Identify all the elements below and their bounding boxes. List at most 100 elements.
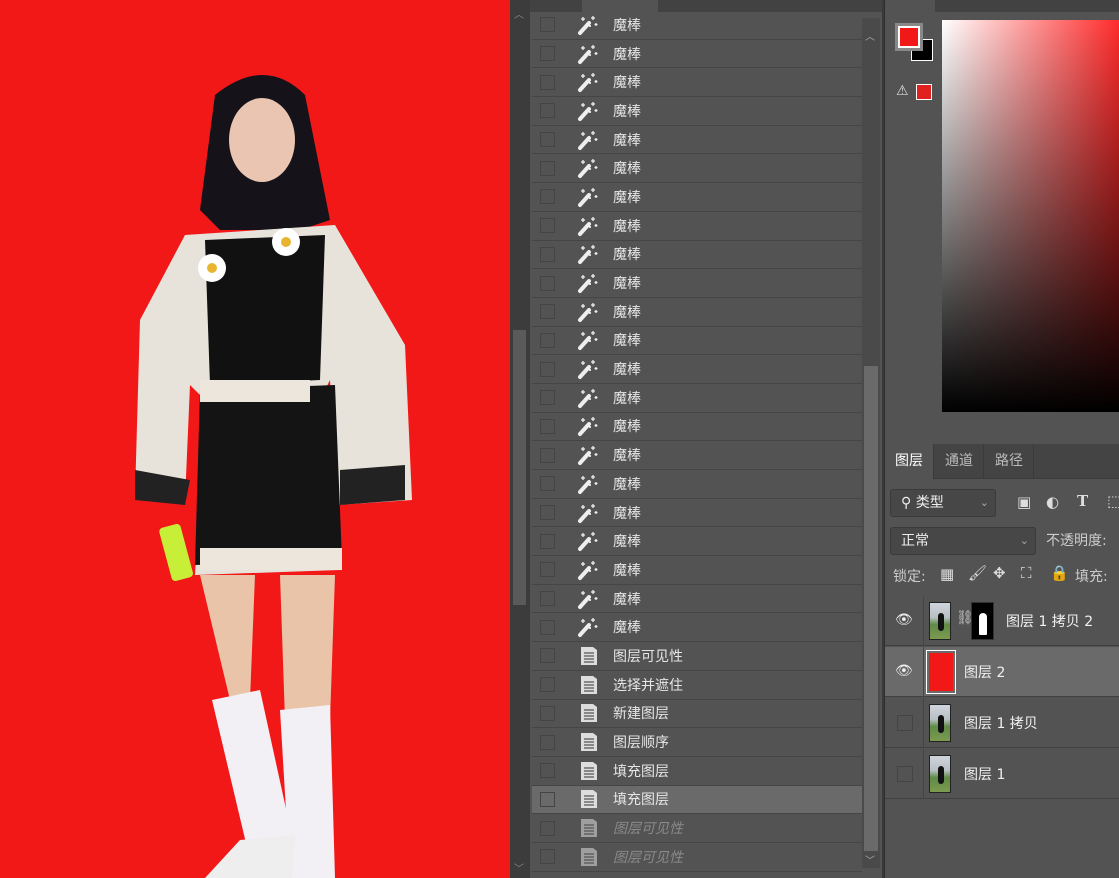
layer-thumbnail[interactable] <box>929 704 951 742</box>
adjustment-filter-icon[interactable]: ◐ <box>1046 493 1059 511</box>
layer-row[interactable]: 图层 1 <box>885 749 1119 799</box>
snapshot-source-checkbox[interactable] <box>540 418 555 434</box>
snapshot-source-checkbox[interactable] <box>540 246 555 262</box>
snapshot-source-checkbox[interactable] <box>540 447 555 463</box>
snapshot-source-checkbox[interactable] <box>540 304 555 320</box>
snapshot-source-checkbox[interactable] <box>540 74 555 90</box>
history-item[interactable]: 魔棒 <box>532 212 862 241</box>
visibility-toggle[interactable] <box>897 766 913 782</box>
snapshot-source-checkbox[interactable] <box>540 705 555 721</box>
layer-thumbnail[interactable] <box>926 650 956 694</box>
shape-filter-icon[interactable]: ⬚ <box>1107 492 1119 510</box>
eye-icon[interactable]: 👁 <box>895 612 913 628</box>
snapshot-source-checkbox[interactable] <box>540 562 555 578</box>
lock-transparency-icon[interactable]: ▦ <box>940 565 954 583</box>
snapshot-source-checkbox[interactable] <box>540 533 555 549</box>
snapshot-source-checkbox[interactable] <box>540 160 555 176</box>
history-item[interactable]: 魔棒 <box>532 298 862 327</box>
type-filter-icon[interactable]: T <box>1077 492 1088 510</box>
gamut-color-swatch[interactable] <box>916 84 932 100</box>
history-item[interactable]: 魔棒 <box>532 613 862 643</box>
history-item[interactable]: 魔棒 <box>532 556 862 585</box>
snapshot-source-checkbox[interactable] <box>540 332 555 348</box>
snapshot-source-checkbox[interactable] <box>540 677 555 693</box>
history-item[interactable]: 魔棒 <box>532 68 862 98</box>
snapshot-source-checkbox[interactable] <box>540 218 555 234</box>
history-item[interactable]: 填充图层 <box>532 757 862 786</box>
lock-artboard-icon[interactable]: ⛶ <box>1021 564 1032 582</box>
snapshot-source-checkbox[interactable] <box>540 275 555 291</box>
history-item[interactable]: 新建图层 <box>532 700 862 729</box>
history-item[interactable]: 图层顺序 <box>532 728 862 757</box>
layer-thumbnail[interactable] <box>929 755 951 793</box>
history-item[interactable]: 魔棒 <box>532 126 862 155</box>
history-scrollbar-thumb[interactable] <box>864 366 878 851</box>
history-item[interactable]: 魔棒 <box>532 527 862 557</box>
history-item[interactable]: 魔棒 <box>532 585 862 614</box>
layer-thumbnail[interactable] <box>929 602 951 640</box>
snapshot-source-checkbox[interactable] <box>540 189 555 205</box>
blend-mode-select[interactable]: 正常 ⌄ <box>890 527 1036 555</box>
tab-paths[interactable]: 路径 <box>985 444 1034 479</box>
snapshot-source-checkbox[interactable] <box>540 476 555 492</box>
history-item[interactable]: 魔棒 <box>532 154 862 184</box>
history-item[interactable]: 魔棒 <box>532 40 862 69</box>
snapshot-source-checkbox[interactable] <box>540 46 555 62</box>
image-filter-icon[interactable]: ▣ <box>1017 493 1031 511</box>
lock-position-icon[interactable]: ✥ <box>993 564 1006 582</box>
snapshot-source-checkbox[interactable] <box>540 791 555 807</box>
tab-layers[interactable]: 图层 <box>885 444 934 479</box>
history-item[interactable]: 魔棒 <box>532 241 862 270</box>
snapshot-source-checkbox[interactable] <box>540 591 555 607</box>
layer-mask-thumbnail[interactable] <box>971 602 994 640</box>
history-item[interactable]: 填充图层 <box>532 785 862 815</box>
history-item[interactable]: 魔棒 <box>532 384 862 413</box>
history-item[interactable]: 魔棒 <box>532 355 862 384</box>
history-item[interactable]: 魔棒 <box>532 183 862 212</box>
color-panel-tabs[interactable] <box>935 0 1119 12</box>
layer-filter-select[interactable]: ⚲ 类型 ⌄ <box>890 489 996 517</box>
snapshot-source-checkbox[interactable] <box>540 849 555 865</box>
scroll-up-icon[interactable]: ︿ <box>514 6 524 21</box>
history-item[interactable]: 图层可见性 <box>532 814 862 843</box>
history-item[interactable]: 魔棒 <box>532 269 862 298</box>
history-item[interactable]: 图层可见性 <box>532 843 862 872</box>
snapshot-source-checkbox[interactable] <box>540 734 555 750</box>
history-item[interactable]: 魔棒 <box>532 470 862 499</box>
document-canvas[interactable] <box>0 0 510 878</box>
snapshot-source-checkbox[interactable] <box>540 505 555 521</box>
layer-row[interactable]: 图层 1 拷贝 <box>885 698 1119 748</box>
layer-name[interactable]: 图层 2 <box>964 662 1005 682</box>
history-item[interactable]: 魔棒 <box>532 97 862 126</box>
history-scrollbar[interactable]: ︿ ﹀ <box>862 18 880 868</box>
tab-channels[interactable]: 通道 <box>935 444 984 479</box>
scroll-up-icon[interactable]: ︿ <box>865 28 875 43</box>
snapshot-source-checkbox[interactable] <box>540 763 555 779</box>
snapshot-source-checkbox[interactable] <box>540 619 555 635</box>
snapshot-source-checkbox[interactable] <box>540 103 555 119</box>
history-item[interactable]: 魔棒 <box>532 499 862 528</box>
layer-name[interactable]: 图层 1 拷贝 2 <box>1006 611 1093 631</box>
gutter-scrollbar-thumb[interactable] <box>513 330 526 605</box>
history-item[interactable]: 选择并遮住 <box>532 671 862 700</box>
snapshot-source-checkbox[interactable] <box>540 648 555 664</box>
color-picker-field[interactable] <box>942 20 1119 412</box>
visibility-toggle[interactable] <box>897 715 913 731</box>
history-item[interactable]: 魔棒 <box>532 413 862 442</box>
layer-name[interactable]: 图层 1 <box>964 764 1005 784</box>
scroll-down-icon[interactable]: ﹀ <box>514 860 524 875</box>
snapshot-source-checkbox[interactable] <box>540 17 555 33</box>
lock-all-icon[interactable]: 🔒 <box>1050 564 1069 582</box>
layer-name[interactable]: 图层 1 拷贝 <box>964 713 1038 733</box>
snapshot-source-checkbox[interactable] <box>540 361 555 377</box>
snapshot-source-checkbox[interactable] <box>540 390 555 406</box>
layer-row[interactable]: 👁 ⛓ 图层 1 拷贝 2 <box>885 596 1119 646</box>
snapshot-source-checkbox[interactable] <box>540 132 555 148</box>
snapshot-source-checkbox[interactable] <box>540 820 555 836</box>
eye-icon[interactable]: 👁 <box>895 663 913 679</box>
layer-row[interactable]: 👁 图层 2 <box>885 647 1119 697</box>
history-item[interactable]: 魔棒 <box>532 327 862 356</box>
scroll-down-icon[interactable]: ﹀ <box>865 852 875 867</box>
history-item[interactable]: 魔棒 <box>532 11 862 40</box>
lock-brush-icon[interactable]: 🖌 <box>968 564 987 582</box>
